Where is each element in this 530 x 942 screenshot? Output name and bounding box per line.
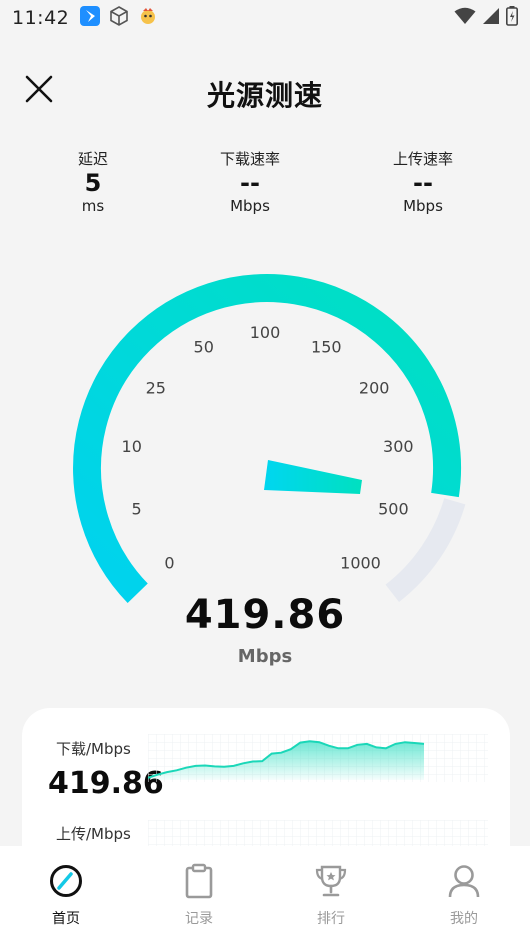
latency-unit: ms — [81, 197, 105, 215]
page-title: 光源测速 — [206, 79, 323, 112]
upload-metric: 上传速率 -- Mbps — [363, 148, 483, 215]
clipboard-icon[interactable] — [183, 863, 215, 903]
wifi-icon — [454, 7, 476, 29]
bottom-nav: 首页 记录 排行 我的 — [0, 846, 530, 942]
nav-records-label[interactable]: 记录 — [159, 908, 239, 928]
upload-rate-label: 上传速率 — [392, 150, 453, 168]
cube-icon — [108, 5, 130, 31]
gauge-tick-label: 300 — [383, 437, 414, 456]
download-chart-value: 419.86 — [48, 766, 164, 801]
gauge-tick-label: 100 — [250, 323, 281, 342]
gauge-tick-label: 5 — [132, 500, 142, 519]
latency-metric: 延迟 5 ms — [33, 148, 153, 215]
header: 光源测速 — [0, 62, 530, 122]
person-icon[interactable] — [447, 863, 481, 903]
nav-records[interactable]: 记录 — [159, 863, 239, 928]
upload-rate-value: -- — [413, 169, 433, 197]
download-rate-unit: Mbps — [230, 197, 270, 215]
download-chart-label: 下载/Mbps — [56, 740, 131, 758]
gauge-tick-label: 10 — [122, 437, 142, 456]
latency-value: 5 — [84, 169, 102, 197]
nav-profile-label[interactable]: 我的 — [424, 908, 504, 928]
signal-icon — [482, 7, 500, 29]
latency-label: 延迟 — [77, 150, 108, 168]
gauge-tick-label: 500 — [378, 500, 409, 519]
speed-gauge: 0 5 10 25 50 100 150 200 300 500 1000 419.86 Mbps — [0, 270, 530, 690]
battery-icon — [506, 6, 518, 30]
mascot-icon — [137, 5, 159, 31]
speedometer-icon[interactable] — [48, 863, 84, 903]
metrics-row: 延迟 5 ms 下载速率 -- Mbps 上传速率 -- Mbps — [0, 148, 530, 224]
status-time: 11:42 — [12, 7, 70, 29]
gauge-needle — [264, 460, 362, 494]
upload-chart-label: 上传/Mbps — [56, 825, 131, 843]
download-rate-value: -- — [240, 169, 260, 197]
current-speed-value: 419.86 — [184, 592, 346, 638]
download-sparkline — [148, 734, 488, 782]
gauge-tick-label: 200 — [359, 379, 390, 398]
nav-home[interactable]: 首页 — [26, 864, 106, 928]
download-rate-label: 下载速率 — [219, 150, 280, 168]
nav-home-label[interactable]: 首页 — [26, 908, 106, 928]
nav-profile[interactable]: 我的 — [424, 864, 504, 928]
current-speed-unit: Mbps — [237, 646, 293, 667]
download-metric: 下载速率 -- Mbps — [190, 148, 310, 215]
gauge-tick-label: 25 — [146, 379, 166, 398]
gauge-tick-label: 150 — [311, 338, 342, 357]
gauge-tick-label: 50 — [194, 338, 214, 357]
nav-ranking-label[interactable]: 排行 — [291, 908, 371, 928]
status-bar: 11:42 — [0, 0, 530, 36]
nav-ranking[interactable]: 排行 — [291, 864, 371, 928]
app-notification-icon — [79, 5, 101, 31]
upload-rate-unit: Mbps — [403, 197, 443, 215]
gauge-dial: 0 5 10 25 50 100 150 200 300 500 1000 — [73, 274, 466, 604]
gauge-tick-label: 1000 — [340, 554, 381, 573]
gauge-tick-label: 0 — [164, 554, 174, 573]
trophy-icon[interactable] — [313, 863, 349, 903]
